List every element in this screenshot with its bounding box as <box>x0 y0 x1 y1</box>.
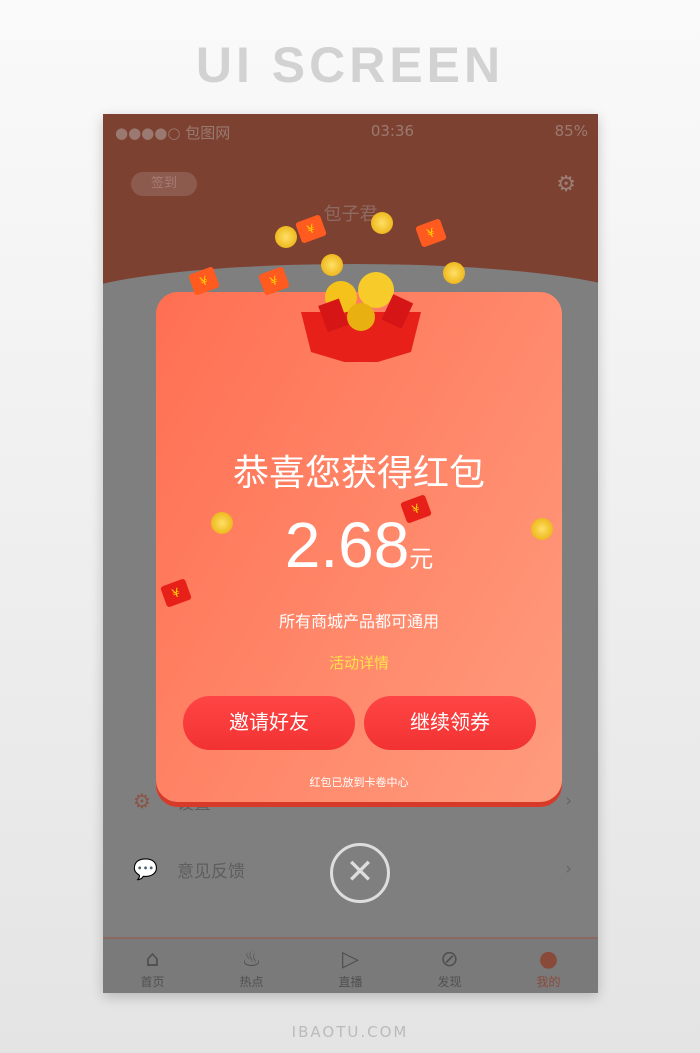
battery: 85% <box>554 122 588 140</box>
continue-coupons-button[interactable]: 继续领券 <box>364 696 536 750</box>
tab-label: 直播 <box>338 975 363 989</box>
coin-icon <box>531 518 553 540</box>
tab-label: 发现 <box>437 975 462 989</box>
sign-in-button[interactable]: 签到 <box>131 172 197 196</box>
coin-icon <box>443 262 465 284</box>
tab-live[interactable]: ▷ 直播 <box>301 939 400 993</box>
modal-note: 红包已放到卡卷中心 <box>309 776 409 789</box>
chevron-right-icon: › <box>565 859 572 879</box>
amount-value: 2.68 <box>284 509 410 581</box>
phone-screen: ●●●●○ 包图网 03:36 85% 签到 ⚙ 包子君 ⚙ 设置 › 💬 意见反馈 ›… <box>103 114 598 993</box>
tab-label: 首页 <box>140 975 165 989</box>
red-envelope-illustration <box>301 272 421 362</box>
red-packet-modal: 恭喜您获得红包 2.68元 所有商城产品都可通用 活动详情 邀请好友 继续领券 … <box>156 272 562 802</box>
time: 03:36 <box>370 122 415 140</box>
watermark: IBAOTU.COM <box>291 1023 409 1041</box>
gear-icon[interactable]: ⚙ <box>556 172 576 197</box>
tv-icon: ▷ <box>342 947 359 972</box>
menu-item-label: 意见反馈 <box>177 861 245 882</box>
amount-unit: 元 <box>409 545 434 573</box>
tab-discover[interactable]: ⊘ 发现 <box>400 939 499 993</box>
tab-bar: ⌂ 首页 ♨ 热点 ▷ 直播 ⊘ 发现 ● 我的 <box>103 937 598 993</box>
carrier: ●●●●○ 包图网 <box>115 124 231 142</box>
gear-icon: ⚙ <box>133 789 151 813</box>
flame-icon: ♨ <box>241 947 262 972</box>
tab-hot[interactable]: ♨ 热点 <box>202 939 301 993</box>
coin-icon <box>321 254 343 276</box>
username: 包子君 <box>323 204 378 225</box>
coin-icon <box>275 226 297 248</box>
tab-mine[interactable]: ● 我的 <box>499 939 598 993</box>
coin-icon <box>371 212 393 234</box>
tab-home[interactable]: ⌂ 首页 <box>103 939 202 993</box>
compass-icon: ⊘ <box>440 947 459 972</box>
tab-label: 热点 <box>239 975 264 989</box>
user-icon: ● <box>538 947 559 972</box>
coin-icon <box>211 512 233 534</box>
modal-title: 恭喜您获得红包 <box>232 453 485 494</box>
chevron-right-icon: › <box>565 791 572 811</box>
tab-label: 我的 <box>536 975 561 989</box>
status-bar: ●●●●○ 包图网 03:36 85% <box>115 122 588 143</box>
modal-subtitle: 所有商城产品都可通用 <box>278 612 439 631</box>
home-icon: ⌂ <box>145 947 160 972</box>
invite-friends-button[interactable]: 邀请好友 <box>183 696 355 750</box>
close-button[interactable]: ✕ <box>330 843 390 903</box>
chat-icon: 💬 <box>133 857 158 881</box>
page-title: UI SCREEN <box>195 37 505 93</box>
details-link[interactable]: 活动详情 <box>156 652 562 673</box>
close-icon: ✕ <box>345 852 375 892</box>
